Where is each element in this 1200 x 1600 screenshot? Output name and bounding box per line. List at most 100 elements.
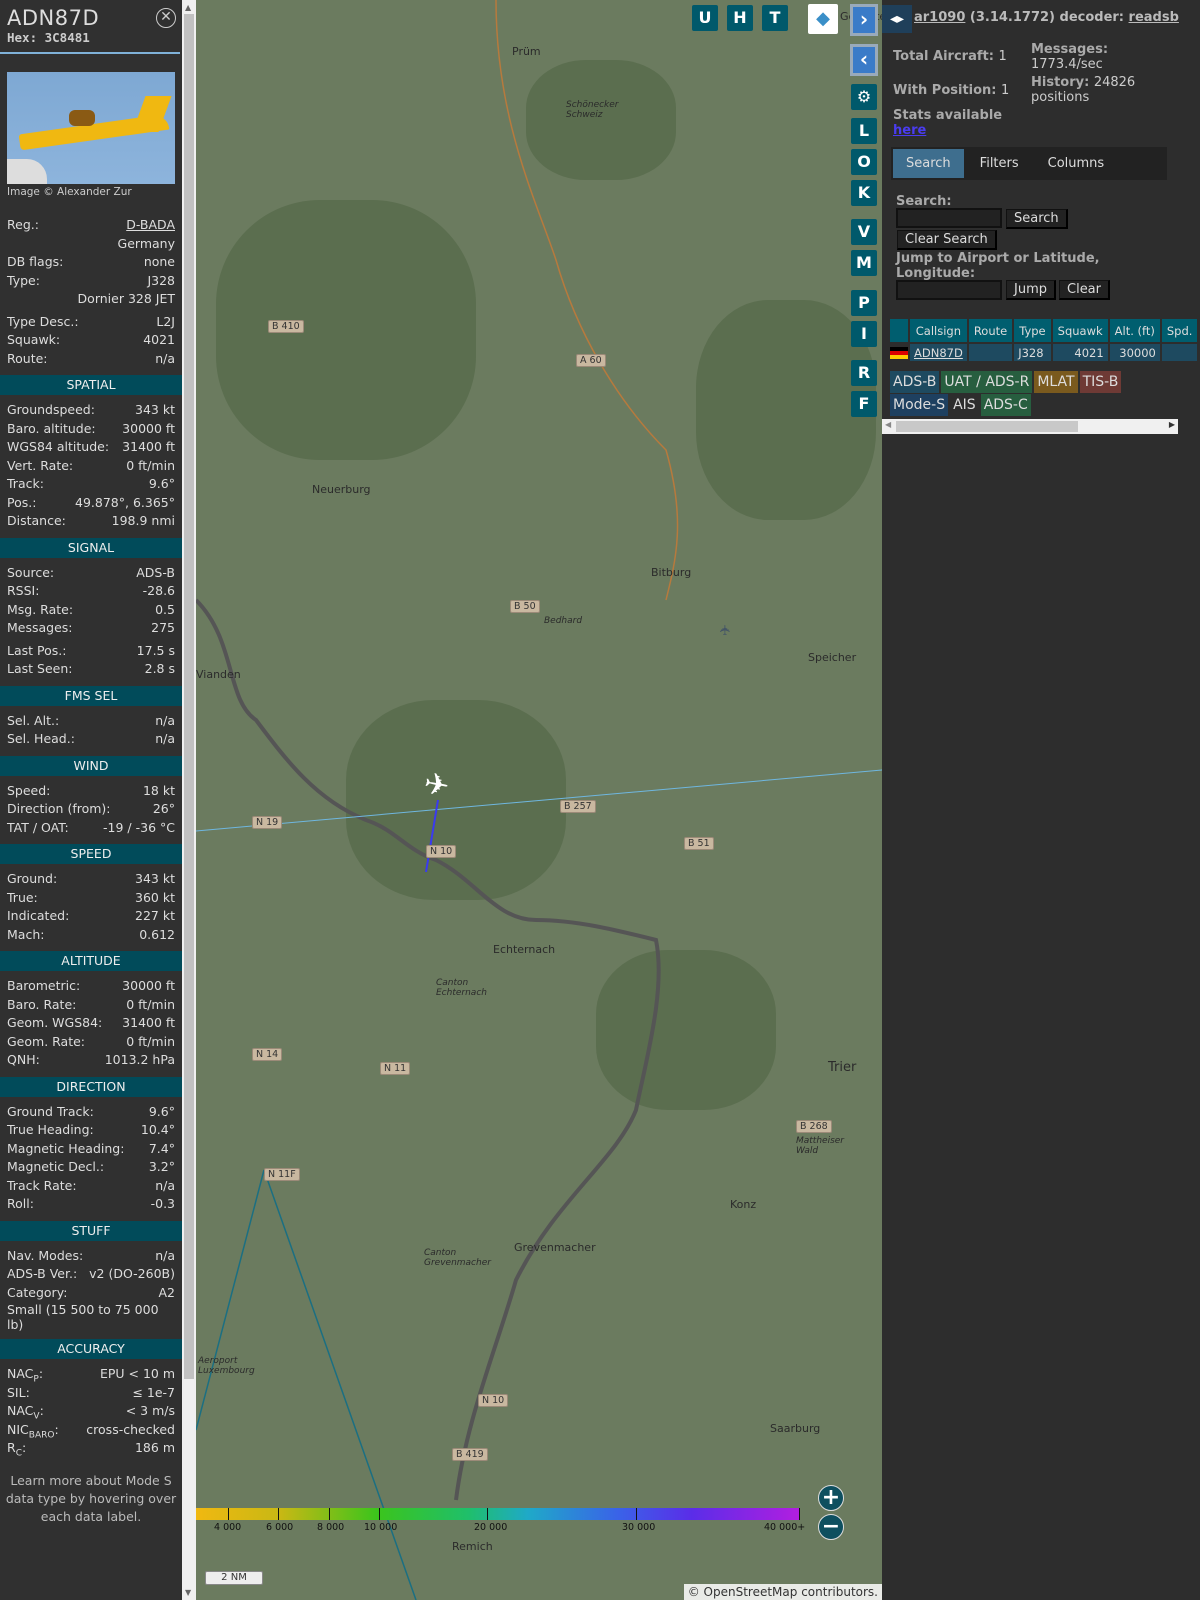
- other-aircraft-icon[interactable]: ✈: [718, 624, 734, 636]
- detail-label[interactable]: NICBARO:: [7, 1421, 59, 1441]
- detail-label[interactable]: Distance:: [7, 512, 66, 531]
- map-button-t[interactable]: T: [762, 5, 788, 31]
- detail-label[interactable]: Small (15 500 to 75 000 lb): [7, 1302, 175, 1332]
- detail-label[interactable]: RC:: [7, 1439, 26, 1459]
- search-button[interactable]: Search: [1006, 209, 1068, 229]
- layers-icon[interactable]: ◆: [808, 4, 838, 34]
- detail-label[interactable]: NACV:: [7, 1402, 44, 1422]
- column-header-flag[interactable]: [890, 319, 908, 342]
- detail-label[interactable]: True:: [7, 889, 38, 908]
- map-button-h[interactable]: H: [727, 5, 753, 31]
- map-view[interactable]: ✈ ✈ Prüm Neuerburg Bitburg Speicher Vian…: [196, 0, 882, 1600]
- tab-filters[interactable]: Filters: [966, 149, 1032, 178]
- detail-label[interactable]: Geom. Rate:: [7, 1033, 85, 1052]
- jump-button[interactable]: Jump: [1006, 280, 1056, 300]
- scroll-down-icon[interactable]: ▼: [185, 1588, 191, 1597]
- detail-label[interactable]: DB flags:: [7, 253, 63, 272]
- detail-label[interactable]: Track Rate:: [7, 1177, 77, 1196]
- detail-label[interactable]: Magnetic Heading:: [7, 1140, 124, 1159]
- detail-label[interactable]: QNH:: [7, 1051, 40, 1070]
- column-header-route[interactable]: Route: [968, 319, 1013, 342]
- column-header-speed[interactable]: Spd.: [1161, 319, 1198, 342]
- search-input[interactable]: [896, 208, 1002, 228]
- detail-label[interactable]: Source:: [7, 564, 54, 583]
- detail-label[interactable]: Groundspeed:: [7, 401, 95, 420]
- settings-gear-icon[interactable]: ⚙: [851, 84, 877, 110]
- map-button-k[interactable]: K: [851, 180, 877, 206]
- detail-label[interactable]: Geom. WGS84:: [7, 1014, 102, 1033]
- close-icon[interactable]: ✕: [156, 8, 176, 28]
- detail-label[interactable]: Track:: [7, 475, 44, 494]
- app-link[interactable]: ar1090: [914, 10, 965, 25]
- table-row[interactable]: ADN87D J328 4021 30000: [890, 344, 1198, 361]
- map-button-r[interactable]: R: [851, 360, 877, 386]
- detail-label[interactable]: Baro. altitude:: [7, 420, 96, 439]
- tab-columns[interactable]: Columns: [1034, 149, 1118, 178]
- scrollbar-thumb[interactable]: [184, 14, 194, 1379]
- detail-label[interactable]: Reg.:: [7, 216, 39, 235]
- detail-label[interactable]: TAT / OAT:: [7, 819, 69, 838]
- map-button-l[interactable]: L: [851, 118, 877, 144]
- detail-label[interactable]: Speed:: [7, 782, 50, 801]
- collapse-left-icon[interactable]: ‹: [850, 44, 878, 76]
- map-button-o[interactable]: O: [851, 149, 877, 175]
- detail-label[interactable]: Indicated:: [7, 907, 69, 926]
- detail-label[interactable]: Roll:: [7, 1195, 34, 1214]
- detail-label[interactable]: Type:: [7, 272, 40, 291]
- clear-button[interactable]: Clear: [1059, 280, 1110, 300]
- column-header-type[interactable]: Type: [1014, 319, 1051, 342]
- detail-label[interactable]: Sel. Head.:: [7, 730, 75, 749]
- jump-input[interactable]: [896, 280, 1002, 300]
- osm-link[interactable]: OpenStreetMap: [704, 1585, 798, 1599]
- detail-label[interactable]: ADS-B Ver.:: [7, 1265, 77, 1284]
- sidebar-scrollbar[interactable]: ▲ ▼: [182, 0, 196, 1600]
- map-button-p[interactable]: P: [851, 290, 877, 316]
- expand-right-icon[interactable]: ›: [850, 4, 878, 36]
- zoom-in-icon[interactable]: +: [818, 1485, 844, 1511]
- map-button-f[interactable]: F: [851, 391, 877, 417]
- column-header-squawk[interactable]: Squawk: [1052, 319, 1108, 342]
- map-button-u[interactable]: U: [692, 5, 718, 31]
- stats-link[interactable]: here: [893, 123, 926, 138]
- clear-search-button[interactable]: Clear Search: [897, 230, 997, 250]
- decoder-link[interactable]: readsb: [1129, 10, 1179, 25]
- table-horizontal-scrollbar[interactable]: ◀ ▶: [882, 419, 1178, 434]
- map-button-i[interactable]: I: [851, 321, 877, 347]
- detail-label[interactable]: Vert. Rate:: [7, 457, 73, 476]
- tab-search[interactable]: Search: [893, 149, 964, 178]
- scrollbar-thumb[interactable]: [896, 421, 1078, 432]
- detail-label[interactable]: Ground Track:: [7, 1103, 94, 1122]
- aircraft-photo[interactable]: [7, 72, 175, 184]
- detail-label[interactable]: Mach:: [7, 926, 44, 945]
- detail-label[interactable]: Route:: [7, 350, 48, 369]
- detail-label[interactable]: Nav. Modes:: [7, 1247, 83, 1266]
- zoom-out-icon[interactable]: −: [818, 1514, 844, 1540]
- detail-label[interactable]: Msg. Rate:: [7, 601, 73, 620]
- panel-toggle-icon[interactable]: ◂▸: [882, 5, 912, 33]
- detail-label[interactable]: SIL:: [7, 1384, 30, 1403]
- detail-label[interactable]: Type Desc.:: [7, 313, 79, 332]
- column-header-callsign[interactable]: Callsign: [910, 319, 967, 342]
- detail-label[interactable]: Baro. Rate:: [7, 996, 76, 1015]
- detail-label[interactable]: Sel. Alt.:: [7, 712, 59, 731]
- column-header-altitude[interactable]: Alt. (ft): [1109, 319, 1160, 342]
- detail-label[interactable]: Pos.:: [7, 494, 36, 513]
- detail-label[interactable]: Last Pos.:: [7, 642, 66, 661]
- detail-label[interactable]: True Heading:: [7, 1121, 94, 1140]
- detail-label[interactable]: WGS84 altitude:: [7, 438, 109, 457]
- map-button-m[interactable]: M: [851, 250, 877, 276]
- detail-label[interactable]: Last Seen:: [7, 660, 72, 679]
- map-button-v[interactable]: V: [851, 219, 877, 245]
- detail-label[interactable]: Squawk:: [7, 331, 60, 350]
- detail-label[interactable]: RSSI:: [7, 582, 39, 601]
- detail-value[interactable]: D-BADA: [126, 216, 175, 235]
- detail-label[interactable]: Direction (from):: [7, 800, 111, 819]
- detail-label[interactable]: Magnetic Decl.:: [7, 1158, 104, 1177]
- detail-label[interactable]: Ground:: [7, 870, 57, 889]
- cell-callsign[interactable]: ADN87D: [910, 344, 967, 361]
- detail-label[interactable]: NACP:: [7, 1365, 43, 1385]
- detail-label[interactable]: Category:: [7, 1284, 67, 1303]
- detail-label[interactable]: Messages:: [7, 619, 73, 638]
- scroll-up-icon[interactable]: ▲: [185, 3, 191, 12]
- detail-label[interactable]: Barometric:: [7, 977, 80, 996]
